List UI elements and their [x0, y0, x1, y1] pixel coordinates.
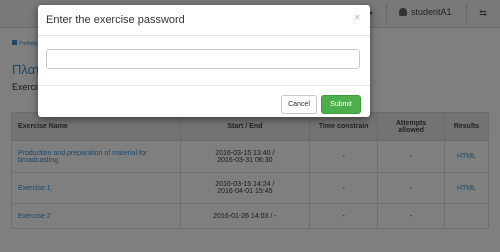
modal-footer: Cancel Submit — [38, 85, 370, 117]
password-input[interactable] — [46, 49, 360, 69]
password-modal: Enter the exercise password × Cancel Sub… — [38, 5, 370, 117]
modal-body — [38, 37, 370, 85]
modal-header: Enter the exercise password × — [38, 5, 370, 36]
cancel-button[interactable]: Cancel — [281, 95, 317, 114]
modal-title: Enter the exercise password — [46, 14, 185, 26]
submit-button[interactable]: Submit — [321, 95, 361, 114]
close-icon[interactable]: × — [354, 12, 360, 24]
